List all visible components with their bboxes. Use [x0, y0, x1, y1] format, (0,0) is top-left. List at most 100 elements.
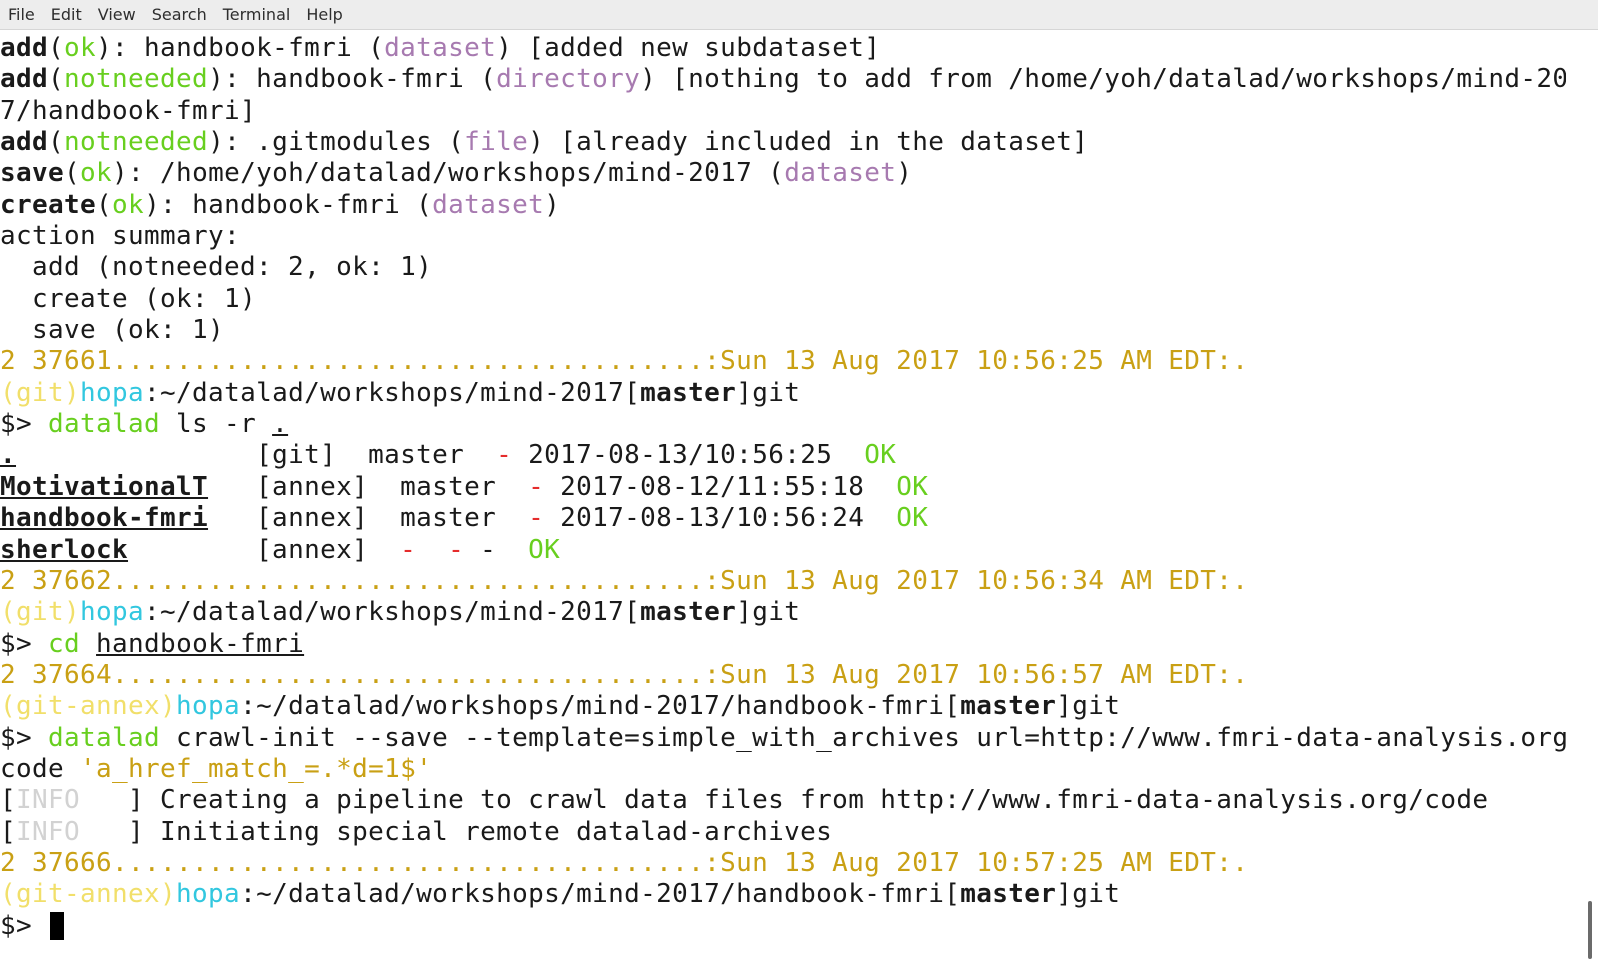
hostname: hopa — [80, 597, 145, 628]
text: ) [already included in the dataset] — [528, 127, 1089, 158]
cmd-name: create — [0, 189, 97, 220]
bracket: [ — [0, 785, 17, 816]
text: [annex] master — [208, 503, 529, 534]
prompt-status-line: 2 37666.................................… — [0, 848, 1566, 879]
text: code — [0, 753, 81, 784]
output-line: add(ok): handbook-fmri (dataset) [added … — [0, 33, 1566, 64]
log-level: INFO — [16, 816, 81, 847]
type-label: dataset — [784, 158, 897, 189]
hostname: hopa — [176, 691, 241, 722]
prompt-line: (git)hopa:~/datalad/workshops/mind-2017[… — [0, 597, 1566, 628]
text: [annex] master — [208, 471, 529, 502]
status-ok: OK — [864, 440, 897, 471]
date: 2017-08-13/10:56:24 — [544, 503, 897, 534]
prompt-symbol: $> — [0, 409, 49, 440]
dataset-name: sherlock — [0, 534, 129, 565]
paren: ( — [48, 127, 65, 158]
quoted-arg: 'a_href_match_=.*d=1$' — [80, 753, 433, 784]
status-notneeded: notneeded — [64, 64, 209, 95]
menu-edit[interactable]: Edit — [43, 5, 90, 24]
command-line: $> datalad crawl-init --save --template=… — [0, 723, 1566, 754]
text: add (notneeded: 2, ok: 1) — [0, 252, 433, 283]
prompt-line: (git-annex)hopa:~/datalad/workshops/mind… — [0, 879, 1566, 910]
cmd-name: add — [0, 64, 49, 95]
log-line: [INFO ] Initiating special remote datala… — [0, 817, 1566, 848]
text: - — [464, 534, 529, 565]
ls-row: handbook-fmri [annex] master - 2017-08-1… — [0, 503, 1566, 534]
status-notneeded: notneeded — [64, 127, 209, 158]
status-ok: OK — [896, 503, 929, 534]
command-line: $> datalad ls -r . — [0, 409, 1566, 440]
dash: - — [528, 503, 545, 534]
prompt-symbol: $> — [0, 628, 49, 659]
text: ) [nothing to add from /home/yoh/datalad… — [640, 64, 1566, 95]
output-line: action summary: — [0, 221, 1566, 252]
log-message: ] Initiating special remote datalad-arch… — [80, 816, 833, 847]
scrollbar[interactable] — [1566, 31, 1598, 961]
menu-file[interactable]: File — [0, 5, 43, 24]
text: save (ok: 1) — [0, 315, 225, 346]
command: datalad — [48, 409, 161, 440]
args: ls -r — [160, 409, 273, 440]
output-line: add(notneeded): .gitmodules (file) [alre… — [0, 127, 1566, 158]
type-label: dataset — [384, 33, 497, 63]
vcs-label: (git-annex) — [0, 879, 177, 910]
output-line: add (notneeded: 2, ok: 1) — [0, 252, 1566, 283]
path: :~/datalad/workshops/mind-2017[ — [144, 597, 641, 628]
prompt-line: (git-annex)hopa:~/datalad/workshops/mind… — [0, 691, 1566, 722]
text — [80, 629, 96, 659]
prompt-symbol: $> — [0, 910, 49, 941]
type-label: directory — [496, 64, 641, 95]
prompt-status-line: 2 37661.................................… — [0, 346, 1566, 377]
type-label: dataset — [432, 189, 545, 220]
text: ) — [896, 158, 913, 189]
text: action summary: — [0, 221, 241, 252]
ls-row: . [git] master - 2017-08-13/10:56:25 OK — [0, 440, 1566, 471]
dash: - — [400, 534, 417, 565]
command: datalad — [48, 722, 161, 753]
status-ok: ok — [64, 33, 97, 63]
text: ): handbook-fmri ( — [144, 189, 433, 220]
text: ): handbook-fmri ( — [96, 33, 385, 63]
date: 2017-08-13/10:56:25 — [512, 440, 865, 471]
output-line: save (ok: 1) — [0, 315, 1566, 346]
cmd-name: add — [0, 33, 49, 63]
status-ok: ok — [80, 158, 113, 189]
log-line: [INFO ] Creating a pipeline to crawl dat… — [0, 785, 1566, 816]
status-ok: OK — [896, 471, 929, 502]
dataset-name: MotivationalT — [0, 471, 209, 502]
hostname: hopa — [80, 377, 145, 408]
menu-view[interactable]: View — [90, 5, 144, 24]
vcs-label: (git-annex) — [0, 691, 177, 722]
text: ]git — [736, 597, 801, 628]
path: :~/datalad/workshops/mind-2017[ — [144, 377, 641, 408]
path: :~/datalad/workshops/mind-2017/handbook-… — [240, 879, 961, 910]
text: ]git — [1056, 879, 1121, 910]
output-line: save(ok): /home/yoh/datalad/workshops/mi… — [0, 158, 1566, 189]
bracket: [ — [0, 816, 17, 847]
menu-terminal[interactable]: Terminal — [215, 5, 299, 24]
args: crawl-init --save --template=simple_with… — [160, 722, 1566, 753]
command-line-continued: code 'a_href_match_=.*d=1$' — [0, 754, 1566, 785]
prompt-status-line: 2 37662.................................… — [0, 566, 1566, 597]
text — [416, 535, 448, 565]
prompt-status-line: 2 37664.................................… — [0, 660, 1566, 691]
menu-help[interactable]: Help — [298, 5, 350, 24]
command-input-line[interactable]: $> — [0, 911, 1566, 942]
vcs-label: (git) — [0, 597, 81, 628]
branch: master — [960, 691, 1057, 722]
command: cd — [48, 628, 81, 659]
path: :~/datalad/workshops/mind-2017/handbook-… — [240, 691, 961, 722]
branch: master — [960, 879, 1057, 910]
text: 2 37664.................................… — [0, 659, 1249, 690]
path-arg: . — [272, 409, 289, 440]
dataset-name: . — [0, 440, 17, 471]
text: ]git — [1056, 691, 1121, 722]
dash: - — [448, 534, 465, 565]
output-line: create(ok): handbook-fmri (dataset) — [0, 190, 1566, 221]
menu-search[interactable]: Search — [144, 5, 215, 24]
text: ): .gitmodules ( — [208, 127, 465, 158]
prompt-symbol: $> — [0, 722, 49, 753]
terminal-output[interactable]: add(ok): handbook-fmri (dataset) [added … — [0, 33, 1566, 961]
scrollbar-thumb[interactable] — [1588, 901, 1592, 959]
